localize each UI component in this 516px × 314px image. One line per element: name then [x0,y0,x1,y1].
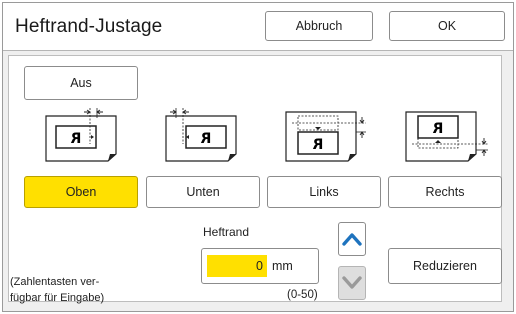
position-top-button[interactable]: Oben [24,176,138,208]
position-right-button[interactable]: Rechts [388,176,502,208]
svg-text:R: R [312,137,323,153]
right-margin-illustration: R [404,104,494,162]
binding-margin-field[interactable]: 0 mm [201,248,319,284]
chevron-down-icon [342,276,362,289]
position-bottom-button[interactable]: Unten [146,176,260,208]
binding-margin-range: (0-50) [287,289,318,301]
cancel-button[interactable]: Abbruch [265,11,373,41]
top-margin-illustration: R [44,104,118,162]
left-margin-illustration: R [284,104,372,162]
dialog-title: Heftrand-Justage [15,16,163,37]
svg-text:R: R [200,131,211,147]
binding-margin-value: 0 [256,259,263,273]
svg-text:R: R [432,121,443,137]
decrease-button[interactable] [338,266,366,300]
svg-text:R: R [70,131,81,147]
binding-margin-unit: mm [272,259,293,273]
dialog-header: Heftrand-Justage Abbruch OK [3,3,513,51]
increase-button[interactable] [338,222,366,256]
position-left-button[interactable]: Links [267,176,381,208]
ok-button[interactable]: OK [389,11,505,41]
hint-line-2: fügbar für Eingabe) [10,292,105,304]
bottom-margin-illustration: R [164,104,238,162]
binding-margin-label: Heftrand [203,225,250,239]
off-button[interactable]: Aus [24,66,138,100]
reduce-button[interactable]: Reduzieren [388,248,502,284]
hint-line-1: (Zahlentasten ver- [10,276,100,288]
chevron-up-icon [342,233,362,246]
